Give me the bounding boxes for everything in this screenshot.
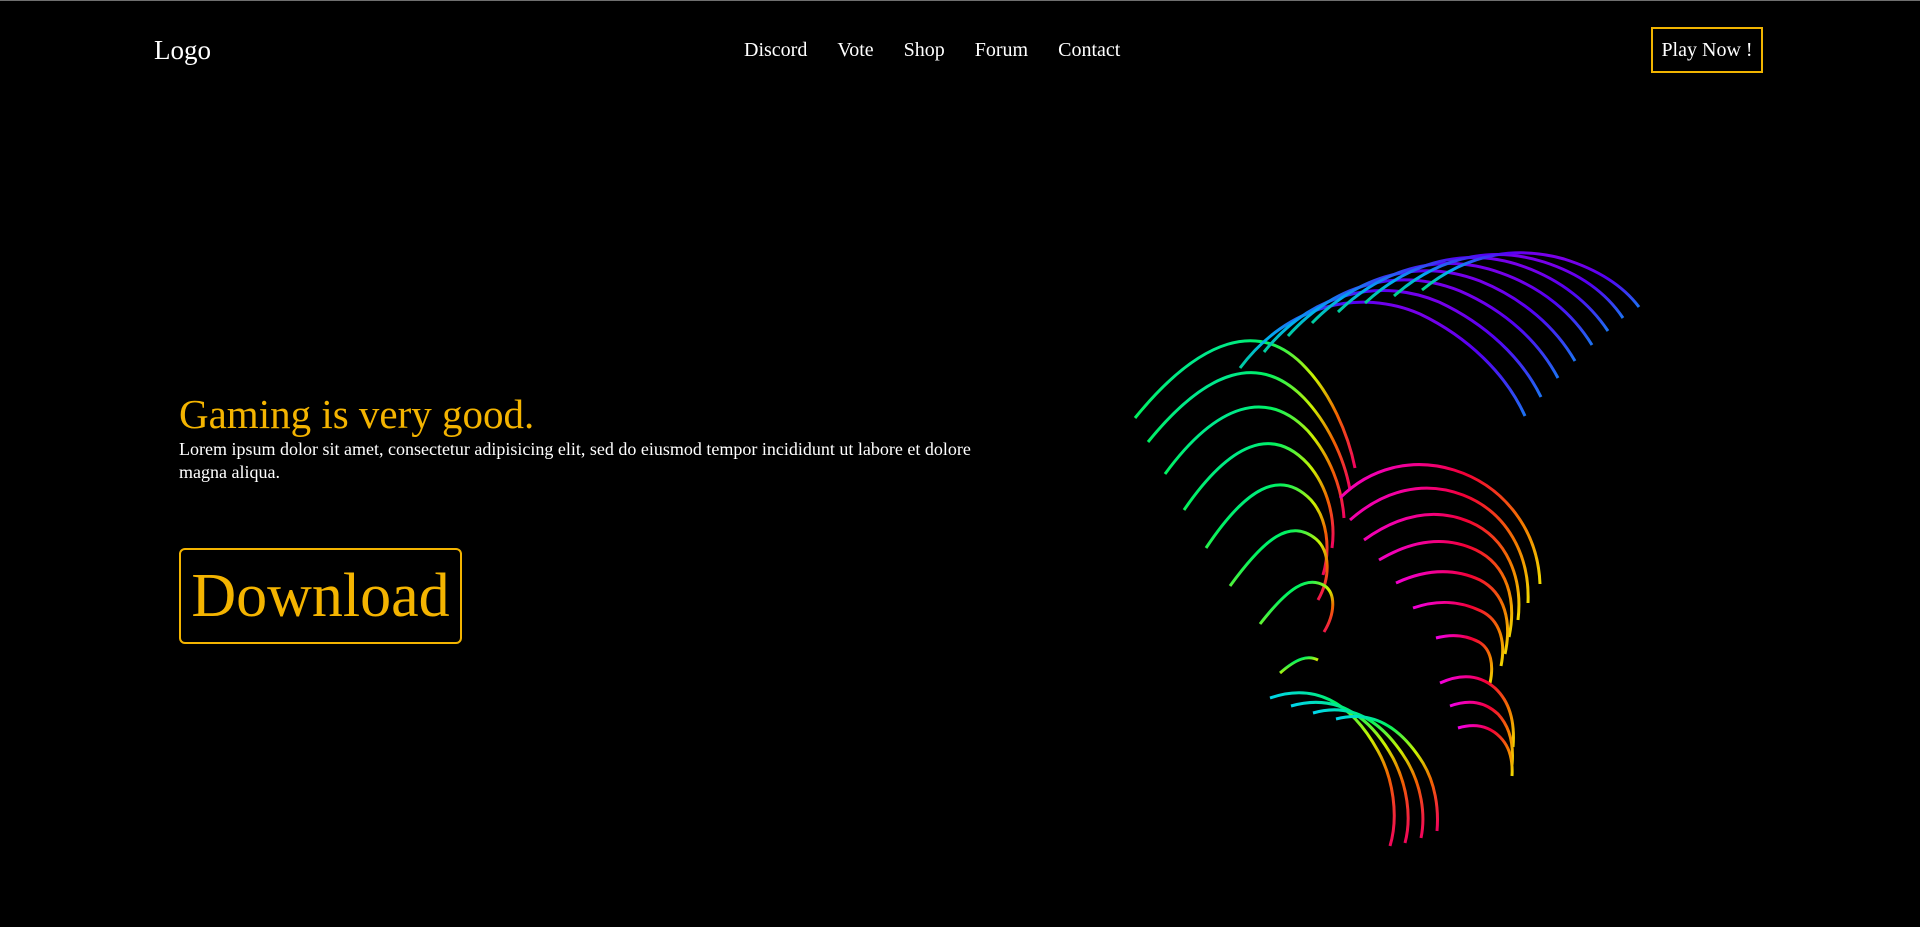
top-border — [0, 0, 1920, 1]
main-nav: Discord Vote Shop Forum Contact — [744, 38, 1120, 62]
nav-shop[interactable]: Shop — [904, 38, 945, 62]
hero-text: Lorem ipsum dolor sit amet, consectetur … — [179, 439, 971, 482]
hero-section: Gaming is very good. Lorem ipsum dolor s… — [179, 390, 1019, 484]
logo[interactable]: Logo — [154, 34, 211, 66]
nav-contact[interactable]: Contact — [1058, 38, 1120, 62]
hero-title: Gaming is very good. — [179, 391, 535, 437]
play-now-button[interactable]: Play Now ! — [1651, 27, 1763, 73]
nav-forum[interactable]: Forum — [975, 38, 1028, 62]
download-button[interactable]: Download — [179, 548, 462, 644]
nav-discord[interactable]: Discord — [744, 38, 807, 62]
nav-vote[interactable]: Vote — [837, 38, 873, 62]
rainbow-wave-art-icon — [1133, 251, 1641, 847]
